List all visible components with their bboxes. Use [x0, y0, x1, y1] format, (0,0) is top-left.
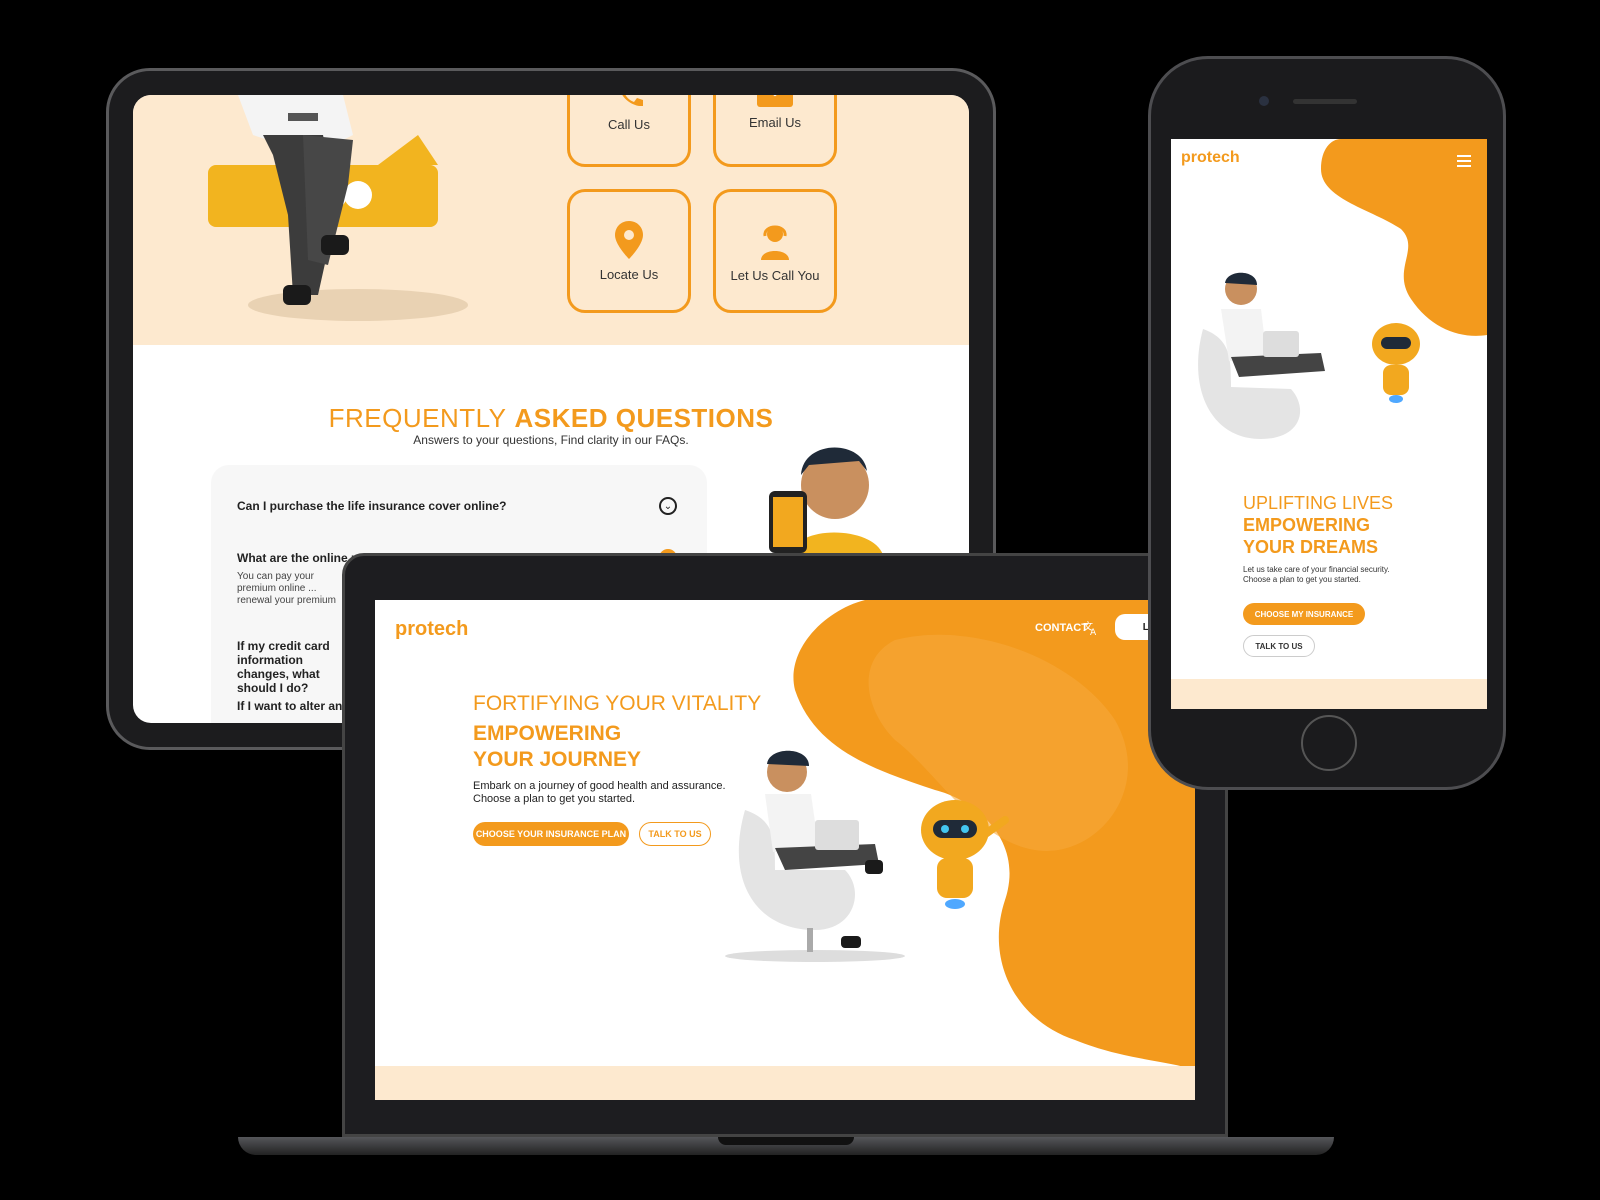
- locate-us-card[interactable]: Locate Us: [567, 189, 691, 313]
- support-agent-icon: [761, 225, 789, 260]
- svg-text:A: A: [1090, 628, 1097, 636]
- let-us-call-you-label: Let Us Call You: [730, 267, 820, 283]
- laptop-hero-desc-1: Embark on a journey of good health and a…: [473, 780, 726, 792]
- phone-device: protech UPLIFTING LIVES EMPOWERING YOUR …: [1148, 56, 1506, 790]
- chevron-down-icon[interactable]: ⌄: [659, 497, 677, 515]
- email-us-label: Email Us: [748, 114, 801, 130]
- faq-question-1[interactable]: Can I purchase the life insurance cover …: [237, 499, 506, 513]
- email-icon: [757, 95, 793, 107]
- translate-icon[interactable]: 文A: [1083, 620, 1099, 636]
- laptop-device: protech CONTACT 文A LOG IN FORTIFYING YOU…: [342, 553, 1228, 1137]
- laptop-screen: protech CONTACT 文A LOG IN FORTIFYING YOU…: [375, 600, 1195, 1100]
- laptop-hero-title-line1: EMPOWERING: [473, 722, 622, 745]
- phone-logo-text: protech: [1181, 149, 1240, 166]
- mockup-canvas: { "brand": {"logo_text": "protech", "acc…: [0, 0, 1600, 1200]
- phone-man-and-robot-illustration: [1198, 272, 1420, 439]
- phone-hero-desc-1: Let us take care of your financial secur…: [1243, 565, 1390, 574]
- protech-logo[interactable]: protech: [395, 618, 468, 641]
- laptop-hero-title-line2: YOUR JOURNEY: [473, 748, 642, 771]
- phone-hero-title-line2: YOUR DREAMS: [1243, 537, 1379, 557]
- location-pin-icon: [615, 220, 643, 259]
- phone-hero-title-line1: EMPOWERING: [1243, 515, 1371, 535]
- call-us-card[interactable]: Call Us: [567, 95, 691, 167]
- phone-hero-desc-2: Choose a plan to get you started.: [1243, 575, 1361, 584]
- faq-title-light: FREQUENTLY: [328, 403, 507, 433]
- email-us-card[interactable]: Email Us: [713, 95, 837, 167]
- speaker-grille: [1293, 99, 1357, 104]
- man-and-robot-illustration: [725, 750, 1009, 962]
- choose-insurance-plan-button[interactable]: CHOOSE YOUR INSURANCE PLAN: [473, 822, 629, 846]
- phone-hero-subtitle: UPLIFTING LIVES: [1243, 493, 1394, 513]
- let-us-call-you-card[interactable]: Let Us Call You: [713, 189, 837, 313]
- laptop-hero-desc-2: Choose a plan to get you started.: [473, 793, 636, 805]
- man-with-phone-illustration: [769, 447, 883, 555]
- nav-contact-link[interactable]: CONTACT: [1035, 622, 1088, 634]
- phone-talk-to-us-button[interactable]: TALK TO US: [1243, 635, 1315, 657]
- phone-icon: [622, 95, 643, 106]
- faq-title: FREQUENTLY ASKED QUESTIONS: [133, 403, 969, 434]
- choose-my-insurance-button[interactable]: CHOOSE MY INSURANCE: [1243, 603, 1365, 625]
- phone-screen: protech UPLIFTING LIVES EMPOWERING YOUR …: [1171, 139, 1487, 709]
- faq-question-3[interactable]: If my credit card information changes, w…: [237, 639, 352, 695]
- phone-footer-strip: [1171, 679, 1487, 709]
- front-camera: [1259, 96, 1269, 106]
- faq-question-4[interactable]: If I want to alter any terms of my polic…: [237, 699, 352, 713]
- logo-text: protech: [395, 618, 469, 640]
- talk-to-us-button[interactable]: TALK TO US: [639, 822, 711, 846]
- faq-answer-2: You can pay your premium online ... rene…: [237, 571, 336, 606]
- locate-us-label: Locate Us: [599, 266, 659, 282]
- laptop-hero-subtitle: FORTIFYING YOUR VITALITY: [473, 692, 762, 715]
- home-button[interactable]: [1301, 715, 1357, 771]
- hamburger-menu-icon[interactable]: [1457, 155, 1471, 167]
- call-us-label: Call Us: [608, 116, 650, 132]
- character-illustration: [208, 95, 468, 321]
- phone-protech-logo[interactable]: protech: [1181, 149, 1240, 167]
- laptop-notch: [718, 1137, 854, 1145]
- footer-strip: [375, 1066, 1195, 1100]
- faq-title-bold: ASKED QUESTIONS: [514, 403, 774, 433]
